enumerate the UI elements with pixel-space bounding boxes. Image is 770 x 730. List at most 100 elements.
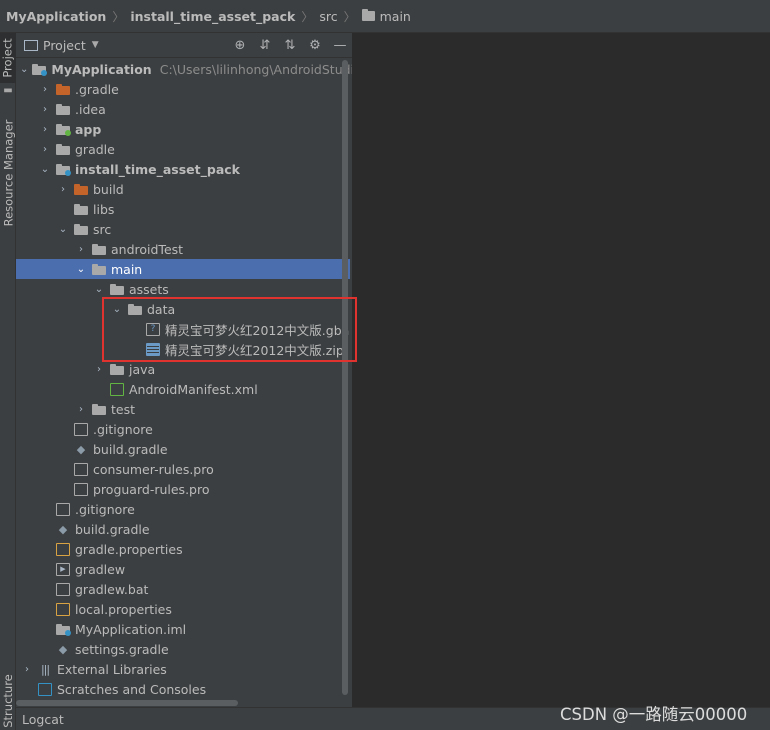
text-file-icon — [56, 582, 70, 596]
chevron-down-icon[interactable]: ⌄ — [56, 224, 70, 235]
folder-icon — [361, 9, 375, 21]
tab-resource-manager[interactable]: Resource Manager — [0, 118, 16, 228]
chevron-down-icon[interactable]: ▼ — [92, 40, 99, 50]
tab-structure[interactable]: Structure — [0, 673, 16, 728]
folder-icon — [74, 182, 88, 196]
tree-item-gradle[interactable]: › gradle — [16, 139, 350, 159]
tree-item-gitignore-module[interactable]: .gitignore — [16, 419, 350, 439]
tree-item-main[interactable]: ⌄ main — [16, 259, 350, 279]
tree-item-iml[interactable]: MyApplication.iml — [16, 619, 350, 639]
project-panel: Project ▼ ⊕ ⇵ ⇅ ⚙ — ⌄ MyApplication C:\U… — [16, 33, 369, 707]
gear-icon[interactable]: ⚙ — [307, 37, 323, 53]
editor-area — [352, 33, 770, 707]
tab-project[interactable]: Project — [0, 33, 16, 83]
chevron-down-icon[interactable]: ⌄ — [92, 284, 106, 295]
expand-all-icon[interactable]: ⇵ — [257, 37, 273, 53]
scratches-icon — [38, 682, 52, 696]
tree-item-scratches[interactable]: Scratches and Consoles — [16, 679, 350, 699]
script-file-icon: ▶ — [56, 562, 70, 576]
chevron-right-icon[interactable]: › — [74, 404, 88, 415]
folder-icon — [74, 222, 88, 236]
chevron-down-icon[interactable]: ⌄ — [38, 164, 52, 175]
tree-item-src[interactable]: ⌄ src — [16, 219, 350, 239]
minimize-icon[interactable]: — — [332, 37, 348, 53]
folder-icon — [128, 302, 142, 316]
gitignore-file-icon — [56, 502, 70, 516]
tree-item-androidtest[interactable]: › androidTest — [16, 239, 350, 259]
watermark: CSDN @一路随云00000 — [560, 705, 748, 724]
module-file-icon — [56, 622, 71, 636]
tree-item-data[interactable]: ⌄ data — [16, 299, 350, 319]
tree-vertical-scrollbar[interactable] — [342, 60, 348, 695]
folder-icon — [110, 362, 124, 376]
breadcrumb-item-myapplication[interactable]: MyApplication — [6, 9, 106, 24]
chevron-down-icon[interactable]: ⌄ — [74, 264, 88, 275]
tree-item-consumer-rules[interactable]: consumer-rules.pro — [16, 459, 350, 479]
tab-logcat[interactable]: Logcat — [22, 712, 64, 727]
module-folder-icon — [32, 62, 48, 76]
chevron-right-icon[interactable]: › — [56, 184, 70, 195]
folder-icon: ▬ — [3, 85, 13, 96]
folder-icon — [74, 202, 88, 216]
tree-item-androidmanifest[interactable]: AndroidManifest.xml — [16, 379, 350, 399]
manifest-file-icon — [110, 382, 124, 396]
chevron-right-icon[interactable]: › — [92, 364, 106, 375]
gitignore-file-icon — [74, 422, 88, 436]
tree-item-gradlew-bat[interactable]: gradlew.bat — [16, 579, 350, 599]
folder-icon — [110, 282, 124, 296]
archive-file-icon — [146, 342, 160, 356]
chevron-down-icon[interactable]: ⌄ — [20, 64, 28, 75]
chevron-down-icon[interactable]: ⌄ — [110, 304, 124, 315]
chevron-right-icon[interactable]: › — [38, 84, 52, 95]
chevron-right-icon: 〉 — [343, 9, 356, 24]
tree-item-assets[interactable]: ⌄ assets — [16, 279, 350, 299]
folder-icon — [56, 82, 70, 96]
breadcrumb-item-src[interactable]: src — [319, 9, 337, 24]
chevron-right-icon[interactable]: › — [38, 144, 52, 155]
project-tree: ⌄ MyApplication C:\Users\lilinhong\Andro… — [16, 59, 369, 699]
tree-item-gba-file[interactable]: ? 精灵宝可梦火红2012中文版.gba — [16, 319, 350, 339]
tree-item-build-gradle-module[interactable]: ◆ build.gradle — [16, 439, 350, 459]
tree-item-myapplication[interactable]: ⌄ MyApplication C:\Users\lilinhong\Andro… — [16, 59, 369, 79]
folder-icon — [92, 262, 106, 276]
chevron-right-icon: 〉 — [301, 9, 314, 24]
gradle-elephant-icon: ◆ — [58, 642, 68, 656]
tree-item-test[interactable]: › test — [16, 399, 350, 419]
module-folder-icon — [56, 162, 71, 176]
tree-item-local-properties[interactable]: local.properties — [16, 599, 350, 619]
project-view-selector[interactable]: Project — [43, 38, 86, 53]
tree-item-settings-gradle[interactable]: ◆ settings.gradle — [16, 639, 350, 659]
chevron-right-icon[interactable]: › — [38, 124, 52, 135]
chevron-right-icon[interactable]: › — [74, 244, 88, 255]
tree-item-gradle-properties[interactable]: gradle.properties — [16, 539, 350, 559]
chevron-right-icon[interactable]: › — [38, 104, 52, 115]
tree-item-proguard-rules[interactable]: proguard-rules.pro — [16, 479, 350, 499]
chevron-right-icon: 〉 — [112, 9, 125, 24]
tree-item-gradlew[interactable]: ▶ gradlew — [16, 559, 350, 579]
tree-item-external-libraries[interactable]: › ||| External Libraries — [16, 659, 350, 679]
breadcrumb-item-main[interactable]: main — [361, 9, 411, 24]
tree-item-gitignore-root[interactable]: .gitignore — [16, 499, 350, 519]
tree-item-gradle-cache[interactable]: › .gradle — [16, 79, 350, 99]
folder-icon — [56, 102, 70, 116]
tree-item-build-gradle-root[interactable]: ◆ build.gradle — [16, 519, 350, 539]
gradle-elephant-icon: ◆ — [76, 442, 86, 456]
text-file-icon — [74, 482, 88, 496]
chevron-right-icon[interactable]: › — [20, 664, 34, 675]
library-icon: ||| — [40, 662, 50, 676]
tree-item-zip-file[interactable]: 精灵宝可梦火红2012中文版.zip — [16, 339, 350, 359]
gradle-elephant-icon: ◆ — [58, 522, 68, 536]
tree-item-idea[interactable]: › .idea — [16, 99, 350, 119]
collapse-all-icon[interactable]: ⇅ — [282, 37, 298, 53]
tree-item-build[interactable]: › build — [16, 179, 350, 199]
folder-icon — [92, 242, 106, 256]
tree-item-libs[interactable]: › libs — [16, 199, 350, 219]
target-icon[interactable]: ⊕ — [232, 37, 248, 53]
unknown-file-icon: ? — [146, 322, 160, 336]
panel-actions: ⊕ ⇵ ⇅ ⚙ — — [232, 37, 348, 53]
tree-item-java[interactable]: › java — [16, 359, 350, 379]
tree-item-app[interactable]: › app — [16, 119, 350, 139]
tree-horizontal-scrollbar[interactable] — [16, 700, 238, 706]
tree-item-install-time-asset-pack[interactable]: ⌄ install_time_asset_pack — [16, 159, 350, 179]
breadcrumb-item-install-time-asset-pack[interactable]: install_time_asset_pack — [130, 9, 295, 24]
